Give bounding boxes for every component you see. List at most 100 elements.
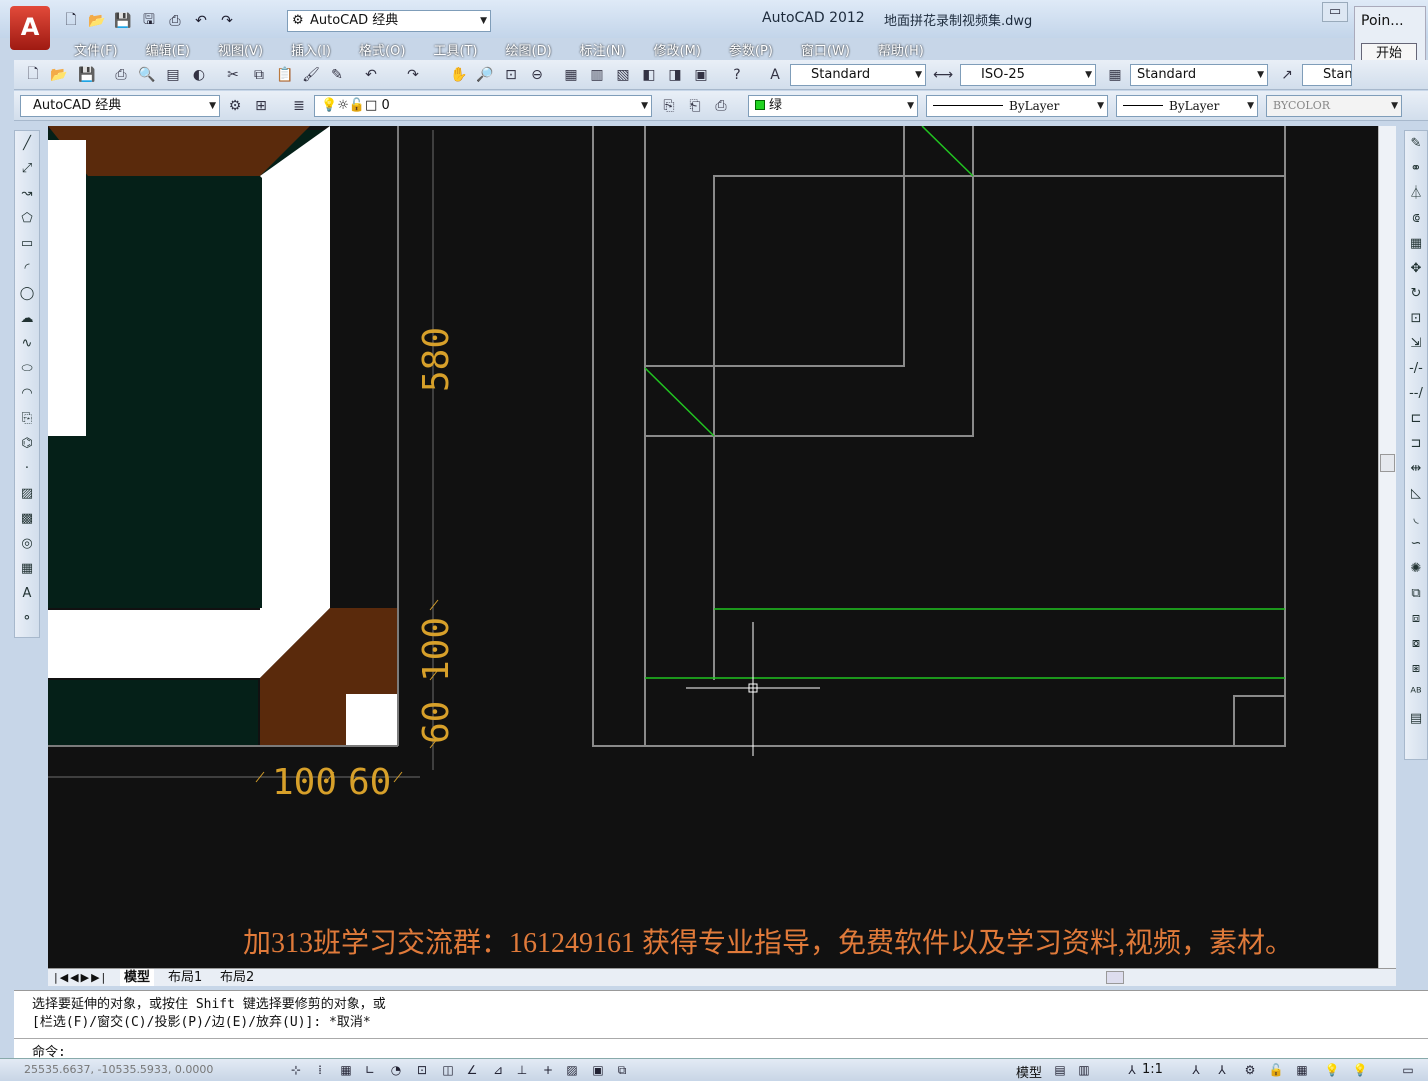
construction-line-icon[interactable]: ⤢ [15, 156, 39, 181]
extend-icon[interactable]: --/ [1405, 381, 1427, 406]
model-space-label[interactable]: 模型 [1016, 1062, 1042, 1081]
quick-view-drawings-icon[interactable]: ▥ [1074, 1061, 1094, 1079]
design-center-icon[interactable]: ▥ [586, 64, 608, 86]
open-icon[interactable]: 📂 [48, 64, 70, 86]
scroll-thumb[interactable] [1380, 454, 1395, 472]
menu-11[interactable]: 帮助(H) [864, 40, 938, 59]
copy-object-icon[interactable]: ⚭ [1405, 156, 1427, 181]
polyline-icon[interactable]: ↝ [15, 181, 39, 206]
draworder-under-icon[interactable]: ⧆ [1405, 656, 1427, 681]
3d-dwf-icon[interactable]: ◐ [188, 64, 210, 86]
lineweight-dropdown[interactable]: ByLayer [1116, 95, 1258, 117]
insert-block-icon[interactable]: ⎘ [15, 406, 39, 431]
menu-10[interactable]: 窗口(W) [787, 40, 864, 59]
zoom-previous-icon[interactable]: ⊖ [526, 64, 548, 86]
table-style-dropdown[interactable]: Standard [1130, 64, 1268, 86]
table-style-icon[interactable]: ▦ [1104, 64, 1126, 86]
dim-style-dropdown[interactable]: ISO-25 [960, 64, 1096, 86]
draworder-front-icon[interactable]: ⧉ [1405, 581, 1427, 606]
menu-4[interactable]: 格式(O) [345, 40, 419, 59]
plot-preview-icon[interactable]: 🔍 [136, 64, 158, 86]
chamfer-icon[interactable]: ◺ [1405, 481, 1427, 506]
autocad-logo-icon[interactable]: A [10, 6, 50, 50]
pan-icon[interactable]: ✋ [448, 64, 470, 86]
circle-icon[interactable]: ◯ [15, 281, 39, 306]
command-window[interactable]: 选择要延伸的对象，或按住 Shift 键选择要修剪的对象，或 [栏选(F)/窗交… [14, 990, 1428, 1060]
layer-states-icon[interactable]: ⎙ [710, 95, 732, 117]
move-icon[interactable]: ✥ [1405, 256, 1427, 281]
menu-8[interactable]: 修改(M) [640, 40, 715, 59]
layer-previous-icon[interactable]: ⎗ [684, 95, 706, 117]
drawing-canvas[interactable]: 580 100 60 100 60 加313班学习交流群：161249161 获… [48, 126, 1378, 968]
ducs-icon[interactable]: ⊿ [488, 1061, 508, 1079]
menu-6[interactable]: 绘图(D) [492, 40, 566, 59]
copy-icon[interactable]: ⧉ [248, 64, 270, 86]
auto-scale-icon[interactable]: ⅄ [1212, 1061, 1232, 1079]
offset-icon[interactable]: ⟃ [1405, 206, 1427, 231]
workspace-dropdown[interactable]: ⚙ AutoCAD 经典 [287, 10, 491, 32]
blend-curves-icon[interactable]: ∽ [1405, 531, 1427, 556]
hatch-icon[interactable]: ▨ [15, 481, 39, 506]
array-icon[interactable]: ▦ [1405, 231, 1427, 256]
erase-icon[interactable]: ✎ [1405, 131, 1427, 156]
osnap-icon[interactable]: ⊡ [412, 1061, 432, 1079]
make-layer-current-icon[interactable]: ⎘ [658, 95, 680, 117]
tab-layout1[interactable]: 布局1 [164, 969, 206, 986]
spline-icon[interactable]: ∿ [15, 331, 39, 356]
open-file-icon[interactable]: 📂 [86, 11, 108, 31]
print-icon[interactable]: ⎙ [164, 11, 186, 31]
save-icon[interactable]: 💾 [112, 11, 134, 31]
workspace-switching-icon[interactable]: ⚙ [1240, 1061, 1260, 1079]
tab-layout2[interactable]: 布局2 [216, 969, 258, 986]
vertical-scrollbar[interactable] [1378, 126, 1396, 968]
color-dropdown[interactable]: 绿 [748, 95, 918, 117]
save-icon[interactable]: 💾 [76, 64, 98, 86]
cut-icon[interactable]: ✂ [222, 64, 244, 86]
lock-ui-icon[interactable]: 🔓 [1266, 1061, 1286, 1079]
infer-constraints-icon[interactable]: ⊹ [286, 1061, 306, 1079]
line-icon[interactable]: ╱ [15, 131, 39, 156]
add-selected-icon[interactable]: ⚬ [15, 606, 39, 631]
sheet-set-icon[interactable]: ◧ [638, 64, 660, 86]
selection-cycling-icon[interactable]: ⧉ [612, 1061, 632, 1079]
lineweight-toggle-icon[interactable]: + [538, 1061, 558, 1079]
annotation-scale-value[interactable]: 1:1 [1142, 1062, 1163, 1077]
plot-icon[interactable]: ⎙ [110, 64, 132, 86]
stretch-icon[interactable]: ⇲ [1405, 331, 1427, 356]
quick-view-layouts-icon[interactable]: ▤ [1050, 1061, 1070, 1079]
menu-9[interactable]: 参数(P) [715, 40, 787, 59]
break-icon[interactable]: ⊐ [1405, 431, 1427, 456]
grid-icon[interactable]: ▦ [336, 1061, 356, 1079]
join-icon[interactable]: ⇹ [1405, 456, 1427, 481]
menu-5[interactable]: 工具(T) [419, 40, 491, 59]
transparency-icon[interactable]: ▨ [562, 1061, 582, 1079]
multileader-style-icon[interactable]: ↗ [1276, 64, 1298, 86]
menu-0[interactable]: 文件(F) [60, 40, 132, 59]
new-file-icon[interactable]: 🗋 [60, 11, 82, 31]
match-properties-icon[interactable]: 🖌 [300, 64, 322, 86]
rotate-icon[interactable]: ↻ [1405, 281, 1427, 306]
explode-icon[interactable]: ✺ [1405, 556, 1427, 581]
table-icon[interactable]: ▦ [15, 556, 39, 581]
linetype-dropdown[interactable]: ByLayer [926, 95, 1108, 117]
text-style-dropdown[interactable]: Standard [790, 64, 926, 86]
break-at-point-icon[interactable]: ⊏ [1405, 406, 1427, 431]
menu-1[interactable]: 编辑(E) [132, 40, 204, 59]
arc-icon[interactable]: ◜ [15, 256, 39, 281]
menu-2[interactable]: 视图(V) [204, 40, 277, 59]
markup-icon[interactable]: ◨ [664, 64, 686, 86]
layer-manager-icon[interactable]: ≣ [288, 95, 310, 117]
save-as-icon[interactable]: 🖫 [138, 11, 160, 31]
polygon-icon[interactable]: ⬠ [15, 206, 39, 231]
scale-icon[interactable]: ⊡ [1405, 306, 1427, 331]
menu-3[interactable]: 插入(I) [277, 40, 345, 59]
ellipse-icon[interactable]: ⬭ [15, 356, 39, 381]
otrack-icon[interactable]: ∠ [462, 1061, 482, 1079]
make-block-icon[interactable]: ⌬ [15, 431, 39, 456]
menu-7[interactable]: 标注(N) [566, 40, 640, 59]
fillet-icon[interactable]: ◟ [1405, 506, 1427, 531]
point-icon[interactable]: · [15, 456, 39, 481]
isolate-objects-icon[interactable]: 💡 [1322, 1061, 1342, 1079]
revision-cloud-icon[interactable]: ☁ [15, 306, 39, 331]
help-icon[interactable]: ? [726, 64, 748, 86]
